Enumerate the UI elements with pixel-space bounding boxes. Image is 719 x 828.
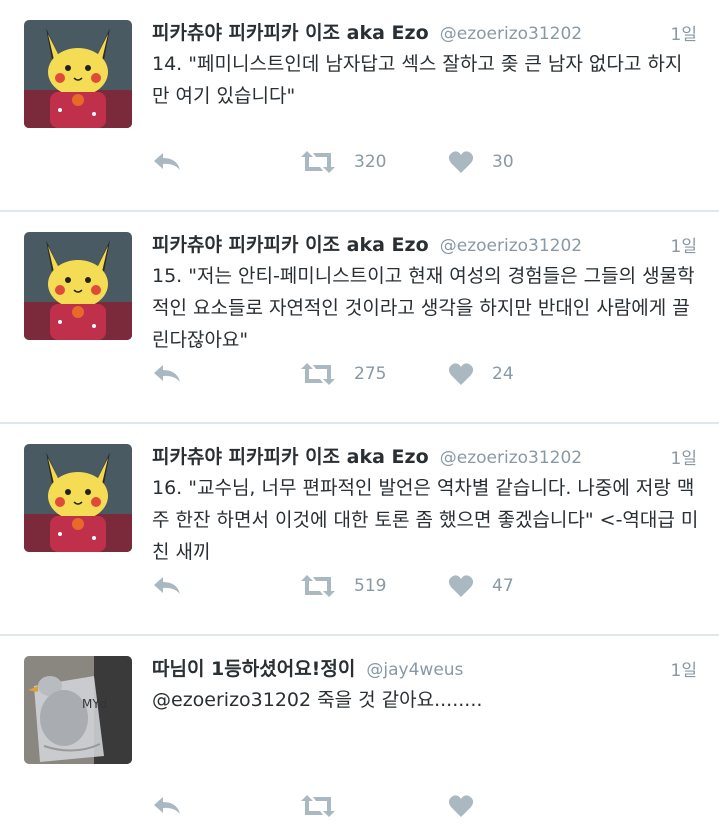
svg-text:MYd: MYd <box>82 697 107 711</box>
tweet-header: 피카츄야 피카피카 이조 aka Ezo @ezoerizo31202 1일 <box>152 230 699 260</box>
avatar[interactable] <box>24 20 132 128</box>
retweet-count: 519 <box>354 576 387 596</box>
reply-button[interactable] <box>152 362 182 384</box>
like-button[interactable]: 24 <box>448 362 514 386</box>
reply-button[interactable] <box>152 574 182 596</box>
retweet-icon <box>300 574 336 598</box>
retweet-button[interactable]: 275 <box>300 362 386 386</box>
retweet-button[interactable] <box>300 794 336 818</box>
tweet-header: 피카츄야 피카피카 이조 aka Ezo @ezoerizo31202 1일 <box>152 442 699 472</box>
tweet[interactable]: MYd 따님이 1등하셨어요!정이 @jay4weus 1일 @ezoerizo… <box>0 636 719 826</box>
tweet[interactable]: 피카츄야 피카피카 이조 aka Ezo @ezoerizo31202 1일 1… <box>0 212 719 424</box>
retweet-count: 275 <box>354 364 387 384</box>
avatar[interactable] <box>24 232 132 340</box>
tweet-text: 16. "교수님, 너무 편파적인 발언은 역차별 같습니다. 나중에 저랑 맥… <box>152 477 699 563</box>
like-count: 47 <box>492 576 514 596</box>
tweet-actions: 519 47 <box>152 574 699 606</box>
retweet-button[interactable]: 519 <box>300 574 386 598</box>
retweet-count: 320 <box>354 152 387 172</box>
tweet-actions <box>152 794 699 826</box>
like-button[interactable]: 30 <box>448 150 514 174</box>
retweet-icon <box>300 794 336 818</box>
tweet-text: 14. "페미니스트인데 남자답고 섹스 잘하고 좆 큰 남자 없다고 하지만 … <box>152 53 683 107</box>
tweet-actions: 320 30 <box>152 150 699 182</box>
retweet-icon <box>300 362 336 386</box>
tweet-header: 따님이 1등하셨어요!정이 @jay4weus 1일 <box>152 654 699 684</box>
reply-icon <box>152 362 182 384</box>
reply-icon <box>152 150 182 172</box>
display-name[interactable]: 피카츄야 피카피카 이조 aka Ezo <box>152 234 429 256</box>
like-button[interactable]: 47 <box>448 574 514 598</box>
user-handle[interactable]: @ezoerizo31202 <box>440 24 582 44</box>
heart-icon <box>448 362 474 386</box>
avatar[interactable] <box>24 444 132 552</box>
timestamp[interactable]: 1일 <box>671 232 697 257</box>
retweet-icon <box>300 150 336 174</box>
like-button[interactable] <box>448 794 474 818</box>
retweet-button[interactable]: 320 <box>300 150 386 174</box>
user-handle[interactable]: @jay4weus <box>366 660 463 680</box>
tweet-actions: 275 24 <box>152 362 699 394</box>
display-name[interactable]: 피카츄야 피카피카 이조 aka Ezo <box>152 22 429 44</box>
user-handle[interactable]: @ezoerizo31202 <box>440 448 582 468</box>
avatar[interactable]: MYd <box>24 656 132 764</box>
reply-icon <box>152 574 182 596</box>
tweet-text: @ezoerizo31202 죽을 것 같아요........ <box>152 689 483 711</box>
reply-icon <box>152 794 182 816</box>
timestamp[interactable]: 1일 <box>671 444 697 469</box>
like-count: 30 <box>492 152 514 172</box>
tweet[interactable]: 피카츄야 피카피카 이조 aka Ezo @ezoerizo31202 1일 1… <box>0 0 719 212</box>
tweet-text: 15. "저는 안티-페미니스트이고 현재 여성의 경험들은 그들의 생물학적인… <box>152 265 695 351</box>
like-count: 24 <box>492 364 514 384</box>
heart-icon <box>448 574 474 598</box>
timestamp[interactable]: 1일 <box>671 656 697 681</box>
display-name[interactable]: 피카츄야 피카피카 이조 aka Ezo <box>152 446 429 468</box>
heart-icon <box>448 150 474 174</box>
reply-button[interactable] <box>152 794 182 816</box>
heart-icon <box>448 794 474 818</box>
tweet-header: 피카츄야 피카피카 이조 aka Ezo @ezoerizo31202 1일 <box>152 18 699 48</box>
display-name[interactable]: 따님이 1등하셨어요!정이 <box>152 658 355 680</box>
reply-button[interactable] <box>152 150 182 172</box>
user-handle[interactable]: @ezoerizo31202 <box>440 236 582 256</box>
tweet[interactable]: 피카츄야 피카피카 이조 aka Ezo @ezoerizo31202 1일 1… <box>0 424 719 636</box>
timestamp[interactable]: 1일 <box>671 20 697 45</box>
